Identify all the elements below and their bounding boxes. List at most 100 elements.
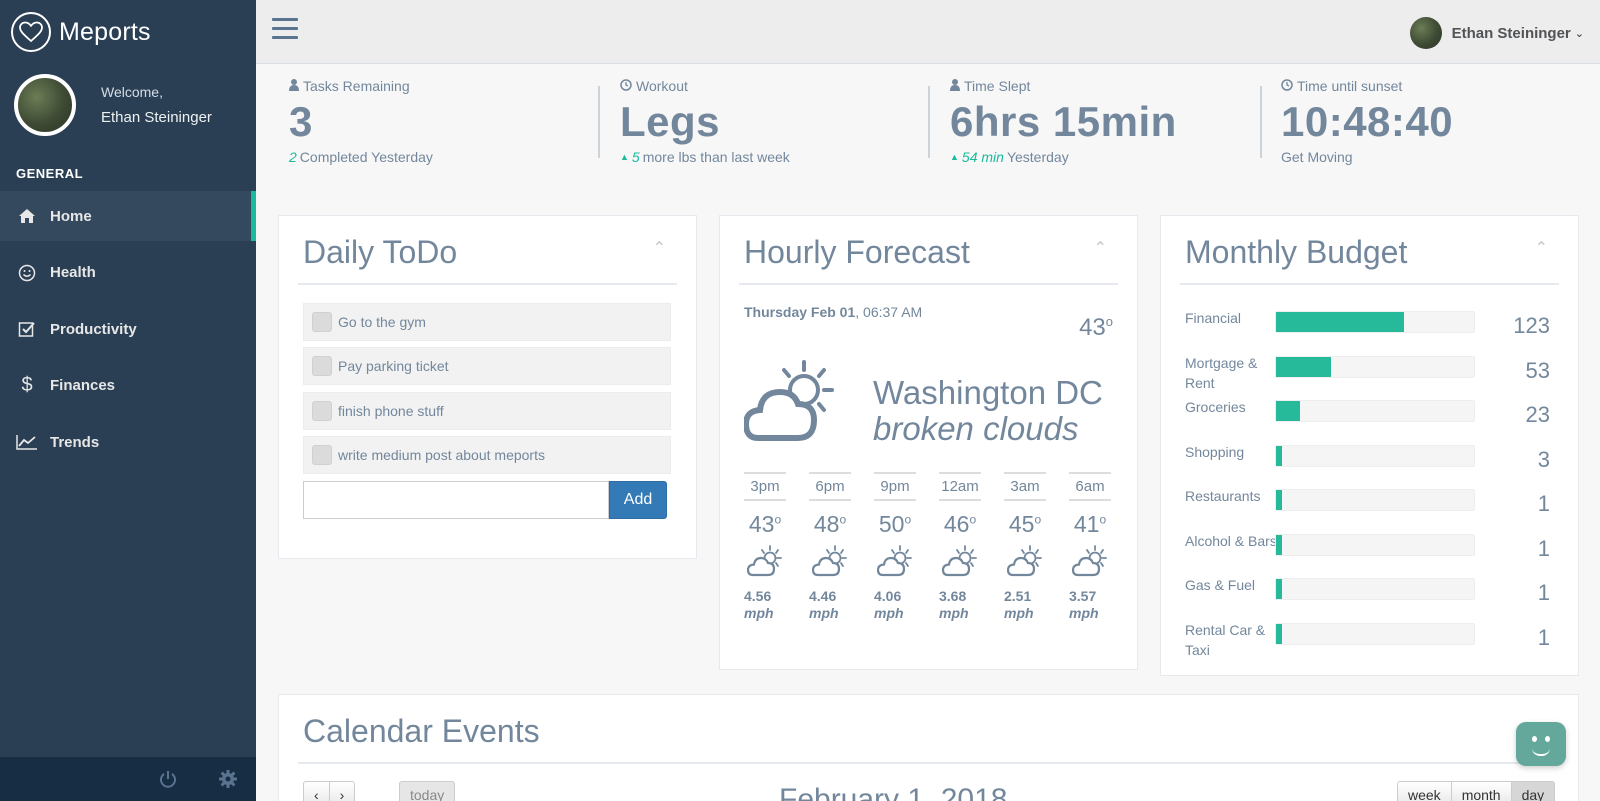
new-todo-input[interactable] <box>303 481 609 519</box>
cloud-sun-icon <box>742 356 840 451</box>
budget-bar-fill <box>1276 401 1300 421</box>
todo-checkbox[interactable] <box>312 356 332 376</box>
budget-bar <box>1275 444 1475 467</box>
stat-tasks: Tasks Remaining 3 2 Completed Yesterday <box>289 64 589 165</box>
wind-speed: 3.68 <box>939 588 967 604</box>
user-icon <box>950 78 960 94</box>
hour-time: 6pm <box>809 472 851 501</box>
cloud-sun-icon <box>1069 544 1111 578</box>
add-todo-button[interactable]: Add <box>609 481 667 519</box>
sidebar-item-productivity[interactable]: Productivity <box>0 304 256 354</box>
todo-item: Go to the gym <box>303 303 671 341</box>
next-button[interactable]: › <box>329 781 356 801</box>
chevron-up-icon[interactable]: ⌃ <box>1535 238 1548 258</box>
hour-forecast: 6pm 48o 4.46 mph <box>809 472 851 622</box>
chat-bot-icon[interactable] <box>1516 722 1566 766</box>
avatar <box>14 74 76 136</box>
budget-label: Financial <box>1185 310 1242 326</box>
today-button[interactable]: today <box>399 781 456 801</box>
stat-label: Time Slept <box>964 78 1031 94</box>
budget-label: Shopping <box>1185 443 1245 460</box>
sidebar-item-label: Trends <box>50 433 100 451</box>
current-temp: 43o <box>1079 314 1113 341</box>
budget-value: 53 <box>1525 357 1550 383</box>
hour-time: 9pm <box>874 472 916 501</box>
stat-sunset: Time until sunset 10:48:40 Get Moving <box>1281 64 1581 165</box>
stat-highlight: 5 <box>631 149 640 165</box>
budget-bar-fill <box>1276 490 1282 510</box>
todo-checkbox[interactable] <box>312 445 332 465</box>
sidebar-item-trends[interactable]: Trends <box>0 417 256 467</box>
sidebar-item-finances[interactable]: $ Finances <box>0 361 256 411</box>
line-chart-icon <box>16 434 38 450</box>
stat-subtext: Completed Yesterday <box>299 149 433 165</box>
view-day-button[interactable]: day <box>1511 781 1556 801</box>
hour-time: 6am <box>1069 472 1111 501</box>
view-week-button[interactable]: week <box>1397 781 1452 801</box>
budget-bar-fill <box>1276 579 1282 599</box>
budget-row: Alcohol & Bars 1 <box>1185 532 1554 576</box>
chevron-down-icon: ⌄ <box>1574 27 1584 40</box>
sidebar-footer <box>0 757 256 801</box>
budget-value: 1 <box>1537 580 1550 605</box>
divider <box>598 86 600 158</box>
cloud-sun-icon <box>874 544 916 578</box>
menu-toggle-icon[interactable] <box>272 18 298 45</box>
hour-forecast: 9pm 50o 4.06 mph <box>874 472 916 622</box>
budget-label: Alcohol & Bars <box>1185 532 1277 549</box>
hour-temp-value: 46 <box>943 511 970 537</box>
power-icon[interactable] <box>158 769 178 789</box>
view-month-button[interactable]: month <box>1451 781 1512 801</box>
wind-speed: 4.56 <box>744 588 772 604</box>
budget-label: Mortgage & Rent <box>1185 354 1258 391</box>
calendar-nav: ‹ › <box>303 781 356 801</box>
budget-bar <box>1275 578 1475 600</box>
forecast-time: , 06:37 AM <box>855 304 923 320</box>
hour-wind: 2.51 mph <box>1004 588 1046 622</box>
stat-workout: Workout Legs ▲ 5 more lbs than last week <box>620 64 920 165</box>
sidebar: Meports Welcome, Ethan Steininger GENERA… <box>0 0 256 801</box>
wind-speed: 2.51 <box>1004 588 1032 604</box>
top-nav: Ethan Steininger ⌄ <box>256 0 1600 64</box>
hour-temp: 41o <box>1073 511 1107 537</box>
stat-highlight: 2 <box>289 149 297 165</box>
todo-text: Pay parking ticket <box>338 358 449 374</box>
hour-time: 3pm <box>744 472 786 501</box>
wind-unit: mph <box>874 605 904 621</box>
chevron-up-icon[interactable]: ⌃ <box>1094 238 1107 258</box>
budget-label: Restaurants <box>1185 488 1261 504</box>
budget-bar <box>1275 622 1475 645</box>
todo-item: Pay parking ticket <box>303 347 671 385</box>
hour-temp: 46o <box>943 511 977 537</box>
current-temp-value: 43 <box>1079 314 1106 341</box>
clock-icon <box>620 78 632 94</box>
stat-value: 10:48:40 <box>1281 98 1454 145</box>
sidebar-item-health[interactable]: Health <box>0 248 256 298</box>
chevron-up-icon[interactable]: ⌃ <box>653 238 666 258</box>
hour-temp: 48o <box>813 511 847 537</box>
heart-logo-icon <box>11 12 51 52</box>
forecast-panel: Hourly Forecast ⌃ Thursday Feb 01, 06:37… <box>719 215 1138 670</box>
sidebar-item-home[interactable]: Home <box>0 191 256 241</box>
user-menu[interactable]: Ethan Steininger ⌄ <box>1409 17 1584 49</box>
calendar-heading: February 1, 2018 <box>779 783 1008 801</box>
todo-checkbox[interactable] <box>312 312 332 332</box>
sidebar-item-label: Health <box>50 264 96 281</box>
sidebar-item-label: Productivity <box>50 320 137 338</box>
app-name: Meports <box>59 17 151 46</box>
budget-value: 1 <box>1537 491 1550 516</box>
forecast-condition: broken clouds <box>873 410 1079 447</box>
hour-forecast: 6am 41o 3.57 mph <box>1069 472 1111 622</box>
todo-item: finish phone stuff <box>303 392 671 430</box>
brand[interactable]: Meports <box>0 0 256 64</box>
budget-row: Groceries 23 <box>1185 398 1554 442</box>
stat-label: Tasks Remaining <box>303 78 410 94</box>
dollar-icon: $ <box>21 374 33 396</box>
gear-icon[interactable] <box>218 769 238 789</box>
prev-button[interactable]: ‹ <box>303 781 330 801</box>
budget-label: Rental Car & Taxi <box>1185 621 1266 658</box>
todo-checkbox[interactable] <box>312 401 332 421</box>
hour-temp-value: 45 <box>1008 511 1035 537</box>
stat-subtext: more lbs than last week <box>642 149 790 165</box>
stat-label: Workout <box>636 78 688 94</box>
